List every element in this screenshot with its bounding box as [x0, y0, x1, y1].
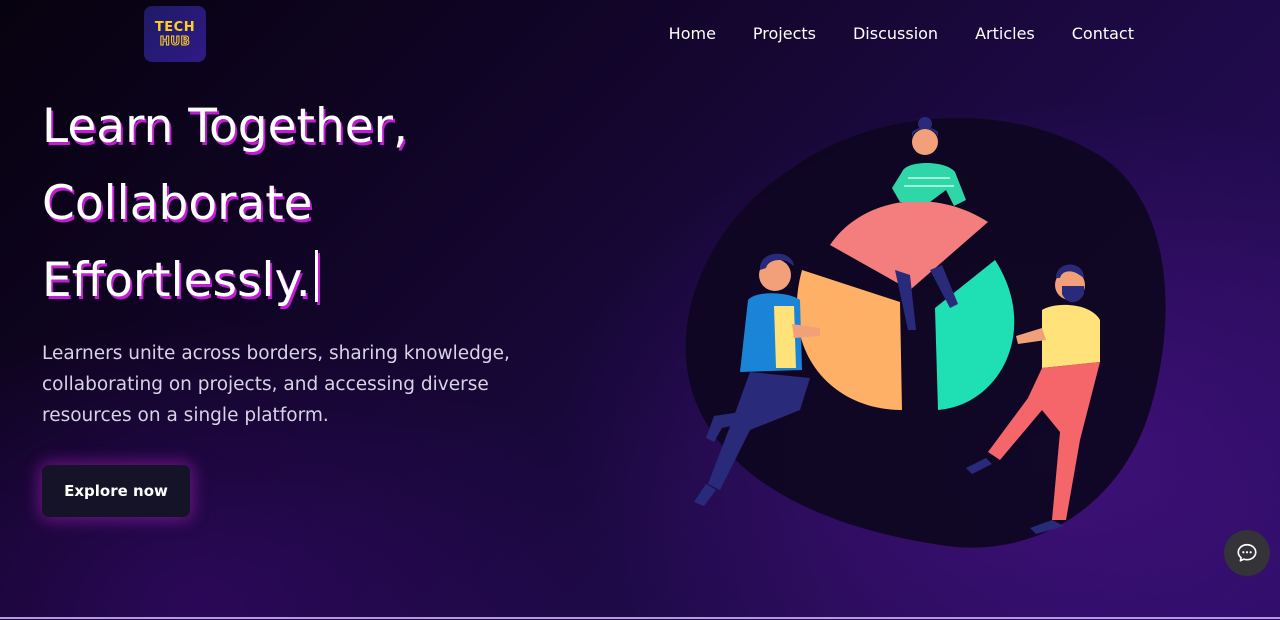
logo[interactable]: TECH HUB [144, 6, 206, 62]
nav-link-contact[interactable]: Contact [1072, 24, 1134, 43]
main-nav: Home Projects Discussion Articles Contac… [669, 24, 1134, 43]
headline-line-2: Collaborate [42, 176, 313, 231]
typing-cursor [314, 250, 318, 302]
logo-text-hub: HUB [159, 34, 191, 48]
headline-line-1: Learn Together, [42, 99, 408, 154]
chat-widget-button[interactable] [1224, 530, 1270, 576]
nav-link-projects[interactable]: Projects [753, 24, 816, 43]
chat-bubble-icon [1237, 543, 1257, 562]
bottom-divider [0, 617, 1280, 619]
hero-description: Learners unite across borders, sharing k… [42, 343, 510, 426]
nav-link-home[interactable]: Home [669, 24, 716, 43]
headline-line-3: Effortlessly. [42, 253, 311, 308]
hero-illustration [685, 117, 1166, 548]
logo-text-tech: TECH [154, 20, 196, 35]
nav-link-discussion[interactable]: Discussion [853, 24, 938, 43]
nav-link-articles[interactable]: Articles [975, 24, 1035, 43]
explore-now-button[interactable]: Explore now [42, 465, 190, 517]
hero-headline: Learn Together, Collaborate Effortlessly… [42, 88, 408, 319]
